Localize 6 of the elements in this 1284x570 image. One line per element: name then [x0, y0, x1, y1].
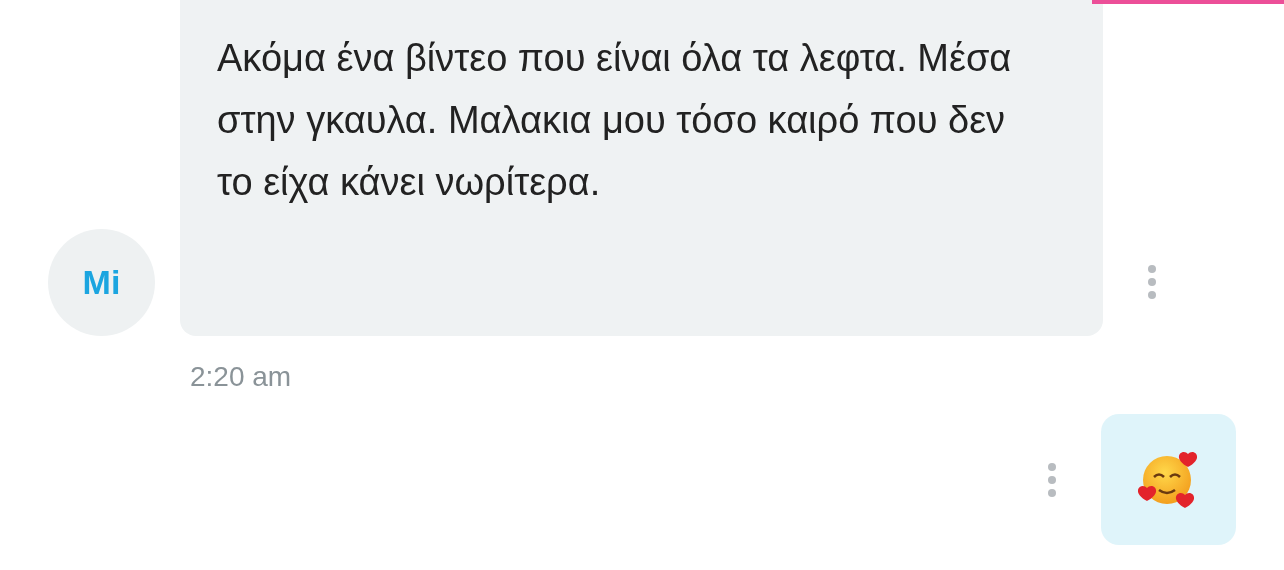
message-time: 2:20 am: [190, 361, 292, 392]
smiling-face-with-hearts-icon: [1137, 449, 1200, 510]
message-text: Ακόμα ένα βίντεο που είναι όλα τα λεφτα. Μέσα στην γκαυλα. Μαλακια μου τόσο καιρό που δεν το είχα κάνει νωρίτερα.: [217, 36, 1013, 205]
more-options-icon[interactable]: [1147, 264, 1157, 300]
more-options-icon[interactable]: [1047, 461, 1057, 498]
avatar[interactable]: Mi: [48, 229, 155, 336]
